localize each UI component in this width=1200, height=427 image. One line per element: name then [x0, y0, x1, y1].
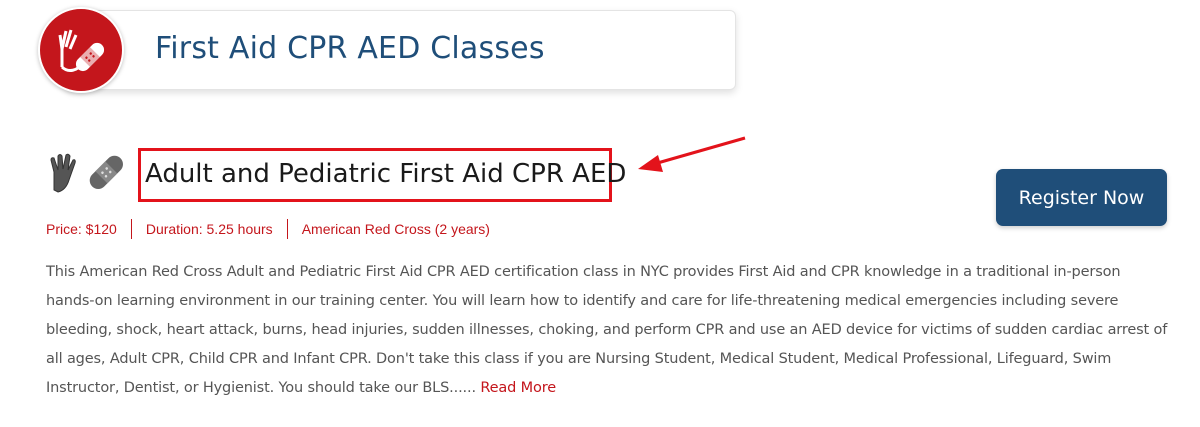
- hand-icon: [50, 153, 76, 193]
- course-icons: [48, 152, 128, 199]
- page-header-card: First Aid CPR AED Classes: [66, 10, 736, 90]
- annotation-arrow-icon: [638, 136, 746, 172]
- course-title-highlight: Adult and Pediatric First Aid CPR AED: [138, 148, 626, 202]
- course-duration: Duration: 5.25 hours: [145, 221, 273, 237]
- hand-and-bandage-icon: [58, 29, 105, 72]
- course-certification: American Red Cross (2 years): [301, 221, 490, 237]
- course-meta: Price: $120 Duration: 5.25 hours America…: [46, 219, 490, 239]
- register-now-button[interactable]: Register Now: [996, 169, 1167, 226]
- course-description-text: This American Red Cross Adult and Pediat…: [46, 264, 1168, 396]
- course-title[interactable]: Adult and Pediatric First Aid CPR AED: [145, 159, 626, 189]
- bandage-icon: [89, 155, 123, 189]
- page-title: First Aid CPR AED Classes: [155, 31, 545, 66]
- course-description: This American Red Cross Adult and Pediat…: [46, 258, 1171, 403]
- meta-divider: [286, 219, 288, 239]
- course-price: Price: $120: [46, 221, 117, 237]
- header-badge: [38, 7, 124, 93]
- meta-divider: [130, 219, 132, 239]
- read-more-link[interactable]: Read More: [480, 380, 556, 396]
